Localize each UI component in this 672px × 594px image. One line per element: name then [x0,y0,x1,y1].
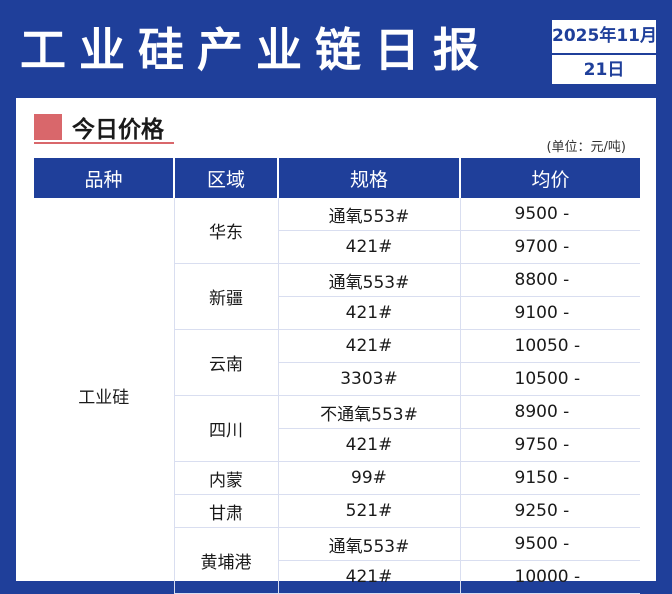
unit-note: (单位：元/吨) [546,140,626,155]
price-cell: 9100 - [459,296,640,330]
region-cell: 黄埔港 [173,527,278,594]
spec-cell: 不通氧553# [277,395,460,429]
price-cell: 9700 - [459,230,640,264]
price-cell: 9500 - [459,198,640,231]
region-cell: 华东 [173,198,278,264]
price-cell: 10050 - [459,329,640,363]
spec-cell: 421# [277,428,460,462]
price-cell: 9500 - [459,527,640,561]
column-header: 区域 [173,158,278,198]
spec-cell: 通氧553# [277,198,460,231]
price-cell: 8800 - [459,263,640,297]
category-cell: 工业硅 [78,388,130,409]
spec-cell: 421# [277,230,460,264]
date-month: 2025年11月 [552,20,657,55]
region-cell: 云南 [173,329,278,396]
report-title: 工业硅产业链日报 [20,23,492,77]
price-cell: 9250 - [459,494,640,528]
region-cell: 甘肃 [173,494,278,528]
spec-cell: 421# [277,296,460,330]
spec-cell: 通氧553# [277,527,460,561]
spec-cell: 99# [277,461,460,495]
section-title: 今日价格 [72,117,164,143]
table-header-row: 品种 区域 规格 均价 [34,158,640,198]
region-cell: 新疆 [173,263,278,330]
spec-cell: 421# [277,560,460,594]
region-cell: 内蒙 [173,461,278,495]
spec-cell: 421# [277,329,460,363]
price-cell: 10500 - [459,362,640,396]
price-cell: 10000 - [459,560,640,594]
price-table: 品种 区域 规格 均价 工业硅 华东 通氧553# 9500 - 421# 97… [34,158,640,594]
column-header: 品种 [34,158,174,198]
price-card: 今日价格 (单位：元/吨) 品种 区域 规格 均价 工业硅 华东 通氧553# … [16,98,656,594]
spec-cell: 3303# [277,362,460,396]
price-cell: 9750 - [459,428,640,462]
column-header: 规格 [277,158,460,198]
date-box: 2025年11月 21日 [550,18,658,86]
spec-cell: 通氧553# [277,263,460,297]
price-cell: 9150 - [459,461,640,495]
table-row: 工业硅 华东 通氧553# 9500 - [34,198,640,408]
date-day: 21日 [583,60,625,80]
price-cell: 8900 - [459,395,640,429]
report-header: 工业硅产业链日报 2025年11月 21日 [0,0,672,98]
section-square-icon [34,114,62,140]
spec-cell: 521# [277,494,460,528]
column-header: 均价 [459,158,640,198]
section-underline [34,142,174,144]
region-cell: 四川 [173,395,278,462]
section-heading: 今日价格 [34,110,164,144]
